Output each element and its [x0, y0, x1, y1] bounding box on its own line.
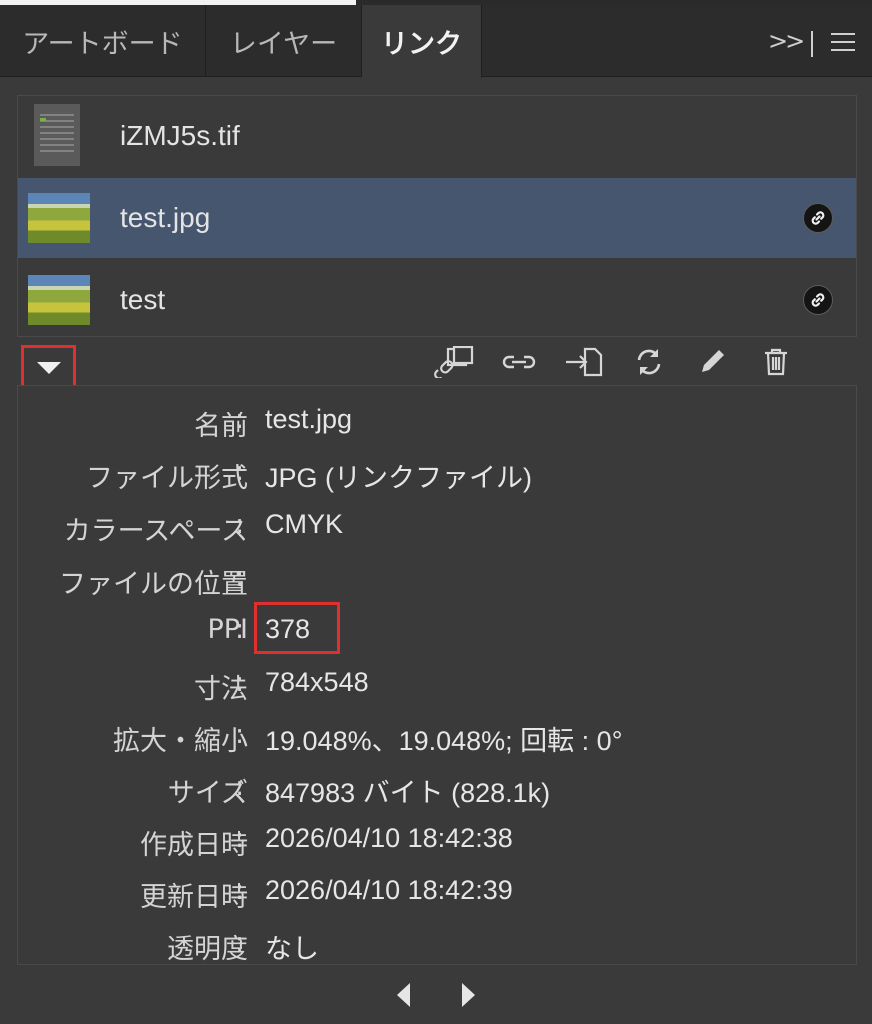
- linked-file-icon: [803, 285, 833, 315]
- next-link-icon[interactable]: [462, 983, 475, 1007]
- link-thumbnail: [34, 104, 80, 166]
- info-label: 拡大・縮小: [113, 726, 248, 757]
- info-label: カラースペース: [63, 516, 248, 547]
- links-list: iZMJ5s.tif test.jpg test: [17, 95, 857, 337]
- link-row[interactable]: iZMJ5s.tif: [18, 96, 856, 176]
- info-row-format: ファイル形式: JPG (リンクファイル): [86, 456, 532, 494]
- tab-overflow-icon[interactable]: >>: [768, 27, 805, 55]
- info-label: ファイルの位置: [59, 569, 248, 600]
- link-name: test: [120, 284, 166, 315]
- go-to-link-icon[interactable]: [563, 346, 607, 378]
- link-row-selected[interactable]: test.jpg: [18, 178, 856, 258]
- delete-icon[interactable]: [754, 346, 798, 378]
- link-pager: [0, 966, 872, 1024]
- info-row-colorspace: カラースペース: CMYK: [63, 509, 344, 547]
- info-value: 2026/04/10 18:42:38: [265, 823, 513, 853]
- info-row-transparency: 透明度: なし: [167, 927, 319, 965]
- info-label: ファイル形式: [86, 463, 248, 494]
- panel-menu-icon[interactable]: [831, 33, 855, 53]
- update-link-icon[interactable]: [627, 346, 671, 378]
- links-panel: アートボード レイヤー リンク >> iZMJ5s.tif test.jpg t…: [0, 0, 872, 1024]
- info-row-ppi: PPI: 378: [207, 614, 311, 645]
- info-row-dimensions: 寸法: 784x548: [194, 667, 369, 705]
- info-row-size: サイズ: 847983 バイト (828.1k): [167, 771, 551, 809]
- info-label: 作成日時: [140, 830, 248, 861]
- link-info-panel: 名前: test.jpg ファイル形式: JPG (リンクファイル) カラースペ…: [17, 385, 857, 965]
- info-value: 19.048%、19.048%; 回転 : 0°: [265, 726, 623, 756]
- edit-original-icon[interactable]: [690, 346, 734, 378]
- linked-file-icon: [803, 203, 833, 233]
- info-row-modified: 更新日時: 2026/04/10 18:42:39: [140, 875, 513, 913]
- ppi-highlight-box: [254, 602, 340, 654]
- link-thumbnail: [28, 275, 90, 325]
- tab-separator: [811, 31, 813, 57]
- panel-tab-bar: アートボード レイヤー リンク >>: [0, 5, 872, 78]
- info-value: test.jpg: [265, 404, 353, 434]
- info-value: 847983 バイト (828.1k): [265, 778, 551, 808]
- tab-layers[interactable]: レイヤー: [206, 5, 362, 77]
- info-value: なし: [265, 934, 319, 964]
- tab-artboards[interactable]: アートボード: [0, 5, 206, 77]
- link-name: test.jpg: [120, 202, 211, 233]
- triangle-down-icon: [36, 361, 61, 374]
- info-value: 784x548: [265, 667, 369, 697]
- info-row-created: 作成日時: 2026/04/10 18:42:38: [140, 823, 513, 861]
- info-row-location: ファイルの位置:: [59, 562, 248, 600]
- info-row-scale: 拡大・縮小: 19.048%、19.048%; 回転 : 0°: [113, 719, 623, 757]
- show-link-info-toggle[interactable]: [21, 345, 76, 390]
- info-row-name: 名前: test.jpg: [194, 404, 353, 442]
- link-name: iZMJ5s.tif: [120, 120, 240, 151]
- relink-from-library-icon[interactable]: [432, 346, 476, 378]
- info-value: 2026/04/10 18:42:39: [265, 875, 513, 905]
- link-thumbnail: [28, 193, 90, 243]
- tab-links[interactable]: リンク: [362, 5, 482, 78]
- info-value: JPG (リンクファイル): [265, 463, 532, 493]
- relink-icon[interactable]: [497, 346, 541, 378]
- info-label: 更新日時: [140, 882, 248, 913]
- previous-link-icon[interactable]: [397, 983, 410, 1007]
- info-value: CMYK: [265, 509, 344, 539]
- link-row[interactable]: test: [18, 260, 856, 340]
